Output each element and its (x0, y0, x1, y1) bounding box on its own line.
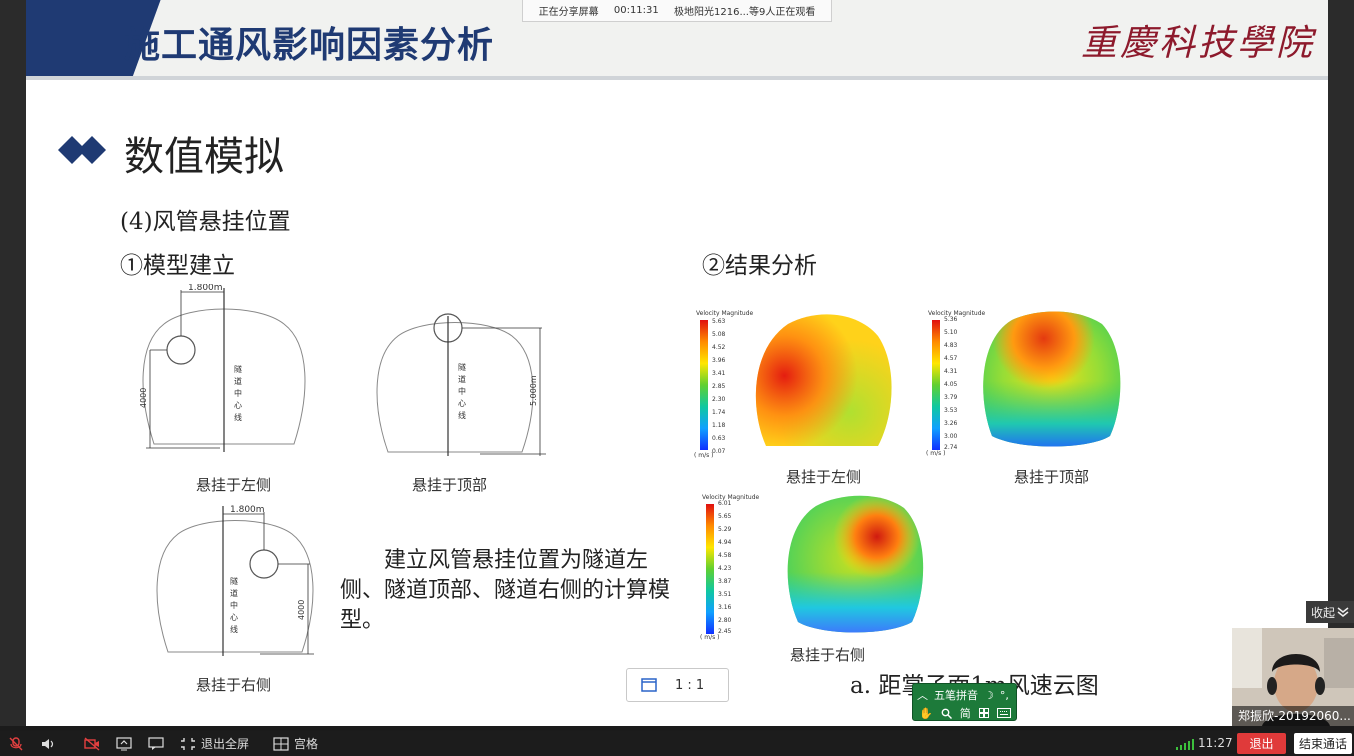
keyboard-icon[interactable] (996, 708, 1011, 718)
centerline-char: 隧 (230, 576, 238, 586)
mic-toggle[interactable] (8, 736, 24, 751)
width-dimension: 1.800m (230, 505, 265, 515)
centerline-char: 线 (234, 412, 242, 422)
legend-title: Velocity Magnitude (696, 310, 754, 317)
share-toggle[interactable] (116, 736, 132, 751)
clock: 11:27 (1198, 736, 1233, 750)
section-title: 数值模拟 (124, 134, 284, 180)
share-timer: 00:11:31 (613, 5, 659, 16)
speaker-icon (42, 738, 54, 749)
legend-unit: ( m/s ) (700, 634, 720, 641)
collapse-label: 收起 (1310, 605, 1335, 620)
centerline-char: 线 (458, 410, 466, 420)
mic-muted-icon (9, 736, 23, 750)
end-call-button[interactable]: 结束通话 (1294, 733, 1352, 754)
camera-off-icon (84, 736, 100, 751)
viewer-count: 极地阳光1216...等9人正在观看 (674, 7, 816, 18)
grid-view-button[interactable]: 宫格 (273, 735, 318, 752)
height-dimension: 4000 (139, 388, 148, 408)
centerline-char: 中 (234, 388, 242, 398)
result-right: Velocity Magnitude 6.01 5.65 5.29 4.94 4… (700, 494, 924, 644)
diamond-bullet-icon (58, 136, 106, 164)
moon-icon[interactable]: ☽ (984, 689, 994, 702)
grid-icon (273, 736, 289, 751)
simplified-toggle[interactable]: 简 (960, 705, 971, 721)
share-screen-icon (116, 736, 132, 750)
centerline-char: 线 (230, 624, 238, 634)
search-icon[interactable] (941, 708, 952, 719)
legend-unit: ( m/s ) (694, 452, 714, 459)
shared-slide: 施工通风影响因素分析 重慶科技學院 数值模拟 (4)风管悬挂位置 ①模型建立 ②… (26, 0, 1328, 726)
chat-icon (148, 736, 164, 750)
diagram-caption-right: 悬挂于右侧 (196, 676, 272, 694)
centerline-char: 心 (234, 401, 242, 410)
diagram-caption-left: 悬挂于左侧 (196, 476, 272, 494)
ime-name[interactable]: 五笔拼音 (934, 687, 978, 703)
centerline-char: 心 (458, 399, 466, 408)
tunnel-diagram-right: 1.800m 4000 隧 道 中 心 线 (156, 505, 314, 656)
signal-strength-icon (1176, 739, 1194, 750)
subsection-title: (4)风管悬挂位置 (120, 209, 291, 235)
velocity-contour-top (983, 311, 1121, 447)
model-label: ①模型建立 (120, 253, 235, 279)
exit-fullscreen-label: 退出全屏 (201, 737, 250, 751)
chat-toggle[interactable] (148, 736, 164, 751)
share-status: 正在分享屏幕 (538, 7, 599, 18)
centerline-char: 中 (230, 600, 238, 610)
velocity-contour-right (787, 495, 924, 633)
chevron-up-icon[interactable]: ︿ (917, 687, 928, 703)
centerline-char: 道 (234, 376, 242, 386)
hand-icon[interactable]: ✋ (919, 707, 933, 720)
velocity-contour-left (755, 314, 892, 447)
centerline-char: 隧 (234, 364, 242, 374)
exit-button[interactable]: 退出 (1237, 733, 1286, 754)
result-caption-left: 悬挂于左侧 (786, 468, 862, 486)
width-dimension: 1.800m (188, 284, 223, 293)
grid-label: 宫格 (294, 737, 319, 751)
color-bar (700, 320, 708, 450)
diagram-caption-top: 悬挂于顶部 (412, 476, 488, 494)
result-label: ②结果分析 (702, 253, 817, 279)
legend-unit: ( m/s ) (926, 450, 946, 457)
participant-video[interactable]: 郑振欣-20192060... (1232, 628, 1354, 726)
color-bar (706, 504, 714, 634)
header-divider (26, 76, 1328, 80)
result-left: Velocity Magnitude 5.63 5.08 4.52 3.96 3… (694, 310, 894, 460)
tunnel-diagram-left: 1.800m 4000 隧 道 中 心 线 (139, 284, 306, 452)
tunnel-diagram-top: 5.000m 隧 道 中 心 线 (376, 313, 546, 456)
screen-share-banner: 正在分享屏幕 00:11:31 极地阳光1216...等9人正在观看 (522, 0, 832, 22)
school-logo: 重慶科技學院 (1081, 23, 1316, 64)
screen: 施工通风影响因素分析 重慶科技學院 数值模拟 (4)风管悬挂位置 ①模型建立 ②… (0, 0, 1354, 756)
result-caption-right: 悬挂于右侧 (790, 646, 866, 664)
meeting-toolbar: 退出全屏 宫格 (0, 731, 1354, 756)
exit-fullscreen-button[interactable]: 退出全屏 (180, 735, 249, 752)
centerline-char: 道 (230, 588, 238, 598)
centerline-char: 隧 (458, 362, 466, 372)
ime-toolbar[interactable]: ︿ 五笔拼音 ☽ °, ✋ 简 (912, 683, 1017, 721)
camera-toggle[interactable] (84, 736, 100, 751)
grid-icon[interactable] (978, 708, 989, 718)
zoom-control[interactable]: 1 : 1 (626, 668, 729, 702)
model-description: 建立风管悬挂位置为隧道左侧、隧道顶部、隧道右侧的计算模型。 (340, 548, 671, 633)
double-chevron-down-icon (1337, 607, 1349, 617)
centerline-char: 中 (458, 386, 466, 396)
participant-name: 郑振欣-20192060... (1232, 706, 1354, 726)
result-caption-top: 悬挂于顶部 (1014, 468, 1090, 486)
punctuation-icon[interactable]: °, (1000, 689, 1009, 702)
result-top: Velocity Magnitude 5.36 5.10 4.83 4.57 4… (926, 310, 1126, 460)
window-icon (641, 678, 657, 692)
color-bar (932, 320, 940, 450)
height-dimension: 4000 (297, 600, 306, 620)
left-edge (0, 0, 26, 726)
centerline-char: 心 (230, 613, 238, 622)
collapse-button[interactable]: 收起 (1306, 601, 1354, 623)
centerline-char: 道 (458, 374, 466, 384)
exit-fullscreen-icon (181, 737, 195, 750)
height-dimension: 5.000m (529, 375, 538, 406)
slide-title: 施工通风影响因素分析 (124, 25, 495, 66)
zoom-ratio: 1 : 1 (675, 677, 705, 693)
speaker-toggle[interactable] (40, 737, 56, 751)
